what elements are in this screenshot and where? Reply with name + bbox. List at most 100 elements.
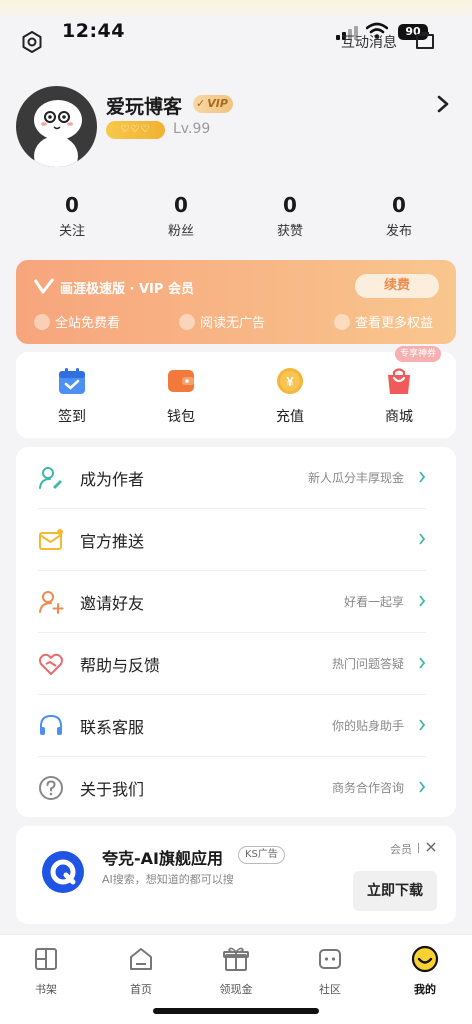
divider xyxy=(418,843,419,853)
tab-community[interactable]: 社区 xyxy=(300,945,360,997)
menu-subtitle: 新人瓜分丰厚现金 xyxy=(307,471,404,485)
benefit-label: 查看更多权益 xyxy=(355,316,434,331)
tab-label: 书架 xyxy=(35,983,57,996)
menu-subtitle: 热门问题答疑 xyxy=(331,657,404,671)
stat-likes[interactable]: 0 获赞 xyxy=(250,193,330,239)
gift-icon xyxy=(223,947,249,971)
stat-posts[interactable]: 0 发布 xyxy=(359,193,439,239)
tab-label: 领现金 xyxy=(219,983,253,996)
benefit-free-read: 全站免费看 xyxy=(34,312,120,331)
status-bar: 12:44 90 xyxy=(0,0,472,56)
menu-title: 成为作者 xyxy=(80,470,145,489)
menu-official-push[interactable]: 官方推送 xyxy=(16,509,456,571)
svg-text:¥: ¥ xyxy=(286,374,294,389)
tab-label: 社区 xyxy=(319,983,341,996)
stat-label: 发布 xyxy=(385,224,412,239)
chevron-right-icon xyxy=(419,781,426,793)
stat-value: 0 xyxy=(392,193,406,217)
menu-title: 关于我们 xyxy=(80,780,145,799)
hearts-badge: ♡♡♡ xyxy=(106,121,165,139)
bookshelf-icon xyxy=(35,948,57,970)
menu-title: 邀请好友 xyxy=(80,594,145,613)
avatar[interactable] xyxy=(16,86,97,167)
vip-logo-icon xyxy=(34,278,54,294)
chevron-right-icon xyxy=(419,719,426,731)
close-icon[interactable] xyxy=(426,842,436,852)
stat-value: 0 xyxy=(174,193,188,217)
benefit-more[interactable]: 查看更多权益 xyxy=(334,312,433,331)
exclusive-coupon-tag: 专享神券 xyxy=(395,346,442,362)
message-bag-icon[interactable] xyxy=(414,30,436,50)
quick-label: 签到 xyxy=(58,409,86,425)
vip-card-title: 画涯极速版 · VIP 会员 xyxy=(60,282,194,297)
author-pen-icon xyxy=(39,467,62,489)
download-button[interactable]: 立即下载 xyxy=(353,871,437,911)
menu-subtitle: 你的贴身助手 xyxy=(331,719,404,733)
renew-button[interactable]: 续费 xyxy=(355,274,439,298)
mail-icon xyxy=(39,529,63,550)
tab-bookshelf[interactable]: 书架 xyxy=(16,945,76,997)
menu-list: 成为作者 新人瓜分丰厚现金 官方推送 邀请好友 好看一起享 帮助与反馈 热门问题… xyxy=(16,447,456,817)
quick-label: 充值 xyxy=(276,409,304,425)
more-dots-icon xyxy=(334,313,350,330)
tab-earn-cash[interactable]: 领现金 xyxy=(206,945,266,997)
menu-help-feedback[interactable]: 帮助与反馈 热门问题答疑 xyxy=(16,633,456,695)
menu-subtitle: 商务合作咨询 xyxy=(331,781,404,795)
vip-badge-label: VIP xyxy=(207,97,228,110)
stat-label: 获赞 xyxy=(276,224,303,239)
stat-following[interactable]: 0 关注 xyxy=(32,193,112,239)
menu-customer-service[interactable]: 联系客服 你的贴身助手 xyxy=(16,695,456,757)
quick-sign-in[interactable]: 签到 xyxy=(32,366,112,426)
chevron-right-icon xyxy=(419,471,426,483)
tab-label: 我的 xyxy=(414,983,436,996)
vip-check-icon: ✓ xyxy=(196,97,206,110)
yen-coin-icon: ¥ xyxy=(277,368,303,394)
menu-about-us[interactable]: 关于我们 商务合作咨询 xyxy=(16,757,456,819)
home-indicator[interactable] xyxy=(153,1008,319,1014)
menu-title: 联系客服 xyxy=(80,718,145,737)
menu-subtitle: 好看一起享 xyxy=(343,595,404,609)
calendar-check-icon xyxy=(59,368,85,394)
quark-logo-icon xyxy=(42,851,84,893)
vip-badge: ✓ VIP xyxy=(193,95,233,113)
messages-label[interactable]: 互动消息 xyxy=(341,32,397,52)
tab-home[interactable]: 首页 xyxy=(111,945,171,997)
ad-tag: KS广告 xyxy=(238,846,285,864)
menu-title: 官方推送 xyxy=(80,532,145,551)
vip-membership-card[interactable]: 画涯极速版 · VIP 会员 续费 全站免费看 阅读无广告 查看更多权益 xyxy=(16,260,456,344)
menu-invite-friends[interactable]: 邀请好友 好看一起享 xyxy=(16,571,456,633)
quick-label: 钱包 xyxy=(167,409,195,425)
stat-followers[interactable]: 0 粉丝 xyxy=(141,193,221,239)
tab-label: 首页 xyxy=(130,983,152,996)
quick-recharge[interactable]: ¥ 充值 xyxy=(250,366,330,426)
ad-description: AI搜索，想知道的都可以搜 xyxy=(102,873,234,886)
quick-actions-card: 签到 钱包 ¥ 充值 商城 专享神券 xyxy=(16,346,456,438)
add-friend-icon xyxy=(39,591,64,614)
chevron-right-icon xyxy=(419,595,426,607)
question-icon xyxy=(39,776,63,800)
settings-gear-icon[interactable] xyxy=(20,30,44,54)
heart-help-icon xyxy=(39,653,63,675)
smiley-icon xyxy=(411,945,439,973)
play-icon xyxy=(179,313,195,330)
username[interactable]: 爱玩博客 xyxy=(106,92,182,119)
chevron-right-icon xyxy=(419,657,426,669)
benefit-label: 全站免费看 xyxy=(55,316,121,331)
tab-mine[interactable]: 我的 xyxy=(395,945,455,997)
stat-label: 粉丝 xyxy=(167,224,194,239)
quick-mall[interactable]: 商城 xyxy=(359,366,439,426)
stat-value: 0 xyxy=(65,193,79,217)
ad-member-label[interactable]: 会员 xyxy=(390,841,412,857)
quick-wallet[interactable]: 钱包 xyxy=(141,366,221,426)
home-icon xyxy=(130,948,152,970)
ad-title: 夸克-AI旗舰应用 xyxy=(102,849,223,868)
shopping-bag-icon xyxy=(388,368,410,394)
level-label: Lv.99 xyxy=(173,121,211,137)
quick-label: 商城 xyxy=(385,409,413,425)
ad-banner[interactable]: 夸克-AI旗舰应用 KS广告 AI搜索，想知道的都可以搜 会员 立即下载 xyxy=(16,826,456,924)
headset-icon xyxy=(40,714,62,735)
menu-title: 帮助与反馈 xyxy=(80,656,161,675)
menu-become-author[interactable]: 成为作者 新人瓜分丰厚现金 xyxy=(16,447,456,509)
chevron-right-icon xyxy=(419,533,426,545)
chevron-right-icon[interactable] xyxy=(436,94,450,114)
